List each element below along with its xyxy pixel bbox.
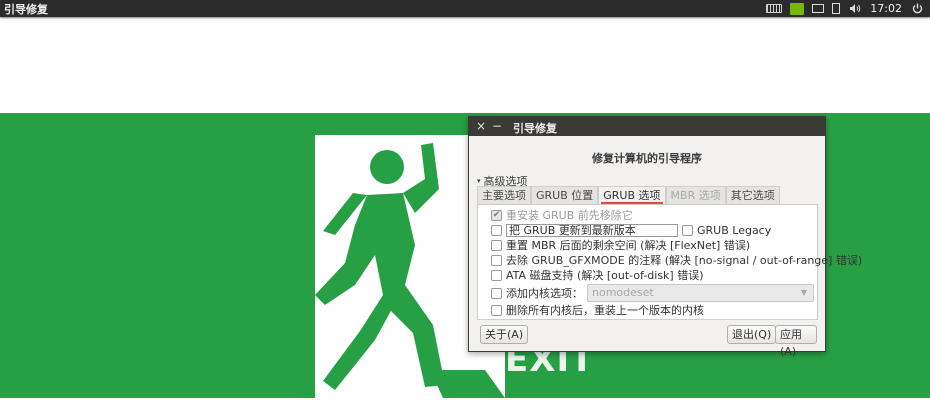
options-tabs: 主要选项 GRUB 位置 GRUB 选项 MBR 选项 其它选项 bbox=[477, 186, 780, 204]
tab-other-options[interactable]: 其它选项 bbox=[725, 186, 780, 204]
expander-arrow-icon: ▾ bbox=[477, 177, 481, 185]
chevron-down-icon: ▼ bbox=[800, 288, 807, 297]
upgrade-grub-label: 把 GRUB 更新到最新版本 bbox=[509, 224, 636, 237]
upgrade-grub-checkbox[interactable] bbox=[491, 224, 502, 236]
remove-kernels-checkbox[interactable] bbox=[491, 304, 502, 316]
upgrade-grub-field[interactable]: 把 GRUB 更新到最新版本 bbox=[506, 223, 678, 237]
close-icon[interactable]: × bbox=[475, 119, 487, 133]
ata-label: ATA 磁盘支持 (解决 [out-of-disk] 错误) bbox=[506, 269, 704, 282]
top-panel: 引导修复 17:02 bbox=[0, 0, 930, 17]
gfxmode-label: 去除 GRUB_GFXMODE 的注释 (解决 [no-signal / out… bbox=[506, 254, 863, 267]
grub-options-panel: ✔ 重安装 GRUB 前先移除它 把 GRUB 更新到最新版本 GRUB Leg… bbox=[477, 204, 862, 320]
kernel-option-label: 添加内核选项： bbox=[506, 287, 583, 300]
dialog-heading: 修复计算机的引导程序 bbox=[592, 152, 702, 165]
kernel-option-checkbox[interactable] bbox=[491, 287, 502, 299]
window-title: 引导修复 bbox=[513, 122, 557, 135]
option-gfxmode[interactable]: 去除 GRUB_GFXMODE 的注释 (解决 [no-signal / out… bbox=[491, 253, 862, 267]
kernel-option-combo[interactable]: nomodeset ▼ bbox=[587, 284, 814, 302]
kernel-option-value: nomodeset bbox=[592, 286, 654, 299]
app-menu-title[interactable]: 引导修复 bbox=[4, 1, 48, 17]
grub-legacy-label: GRUB Legacy bbox=[697, 223, 772, 237]
apply-button[interactable]: 应用(A) bbox=[775, 325, 817, 358]
reset-mbr-checkbox[interactable] bbox=[491, 239, 502, 251]
clock[interactable]: 17:02 bbox=[870, 2, 902, 15]
tab-grub-options[interactable]: GRUB 选项 bbox=[598, 186, 666, 204]
purge-grub-checkbox[interactable]: ✔ bbox=[491, 209, 502, 221]
option-upgrade-grub[interactable]: 把 GRUB 更新到最新版本 GRUB Legacy bbox=[491, 223, 771, 237]
boot-repair-dialog: × − 引导修复 修复计算机的引导程序 ▾ 高级选项 主要选项 GRUB 位置 … bbox=[468, 116, 862, 358]
window-titlebar[interactable]: × − 引导修复 bbox=[469, 117, 825, 136]
minimize-icon[interactable]: − bbox=[491, 119, 503, 133]
battery-icon[interactable] bbox=[832, 3, 841, 14]
option-kernel[interactable]: 添加内核选项： nomodeset ▼ bbox=[491, 283, 814, 303]
reset-mbr-label: 重置 MBR 后面的剩余空间 (解决 [FlexNet] 错误) bbox=[506, 239, 751, 252]
option-purge-grub[interactable]: ✔ 重安装 GRUB 前先移除它 bbox=[491, 208, 633, 222]
tab-main-options[interactable]: 主要选项 bbox=[477, 186, 531, 204]
monitor-icon[interactable] bbox=[812, 4, 825, 13]
option-ata[interactable]: ATA 磁盘支持 (解决 [out-of-disk] 错误) bbox=[491, 268, 704, 282]
quit-button[interactable]: 退出(Q) bbox=[727, 325, 777, 344]
power-icon[interactable] bbox=[910, 3, 924, 15]
option-remove-kernels[interactable]: 删除所有内核后，重装上一个版本的内核 bbox=[491, 303, 704, 317]
remove-kernels-label: 删除所有内核后，重装上一个版本的内核 bbox=[506, 304, 704, 317]
nvidia-icon[interactable] bbox=[790, 2, 805, 15]
about-button[interactable]: 关于(A) bbox=[480, 325, 529, 344]
tab-mbr-options[interactable]: MBR 选项 bbox=[665, 186, 726, 204]
system-tray: 17:02 bbox=[766, 0, 924, 17]
ata-checkbox[interactable] bbox=[491, 269, 502, 281]
tab-grub-location[interactable]: GRUB 位置 bbox=[531, 186, 599, 204]
gfxmode-checkbox[interactable] bbox=[491, 254, 502, 266]
purge-grub-label: 重安装 GRUB 前先移除它 bbox=[506, 209, 633, 222]
volume-icon[interactable] bbox=[848, 3, 862, 15]
keyboard-icon[interactable] bbox=[766, 4, 783, 13]
grub-legacy-checkbox[interactable] bbox=[682, 224, 693, 236]
wallpaper-bottom-strip bbox=[0, 398, 930, 418]
dialog-button-bar: 关于(A) 退出(Q) 应用(A) bbox=[477, 325, 817, 358]
option-reset-mbr[interactable]: 重置 MBR 后面的剩余空间 (解决 [FlexNet] 错误) bbox=[491, 238, 750, 252]
